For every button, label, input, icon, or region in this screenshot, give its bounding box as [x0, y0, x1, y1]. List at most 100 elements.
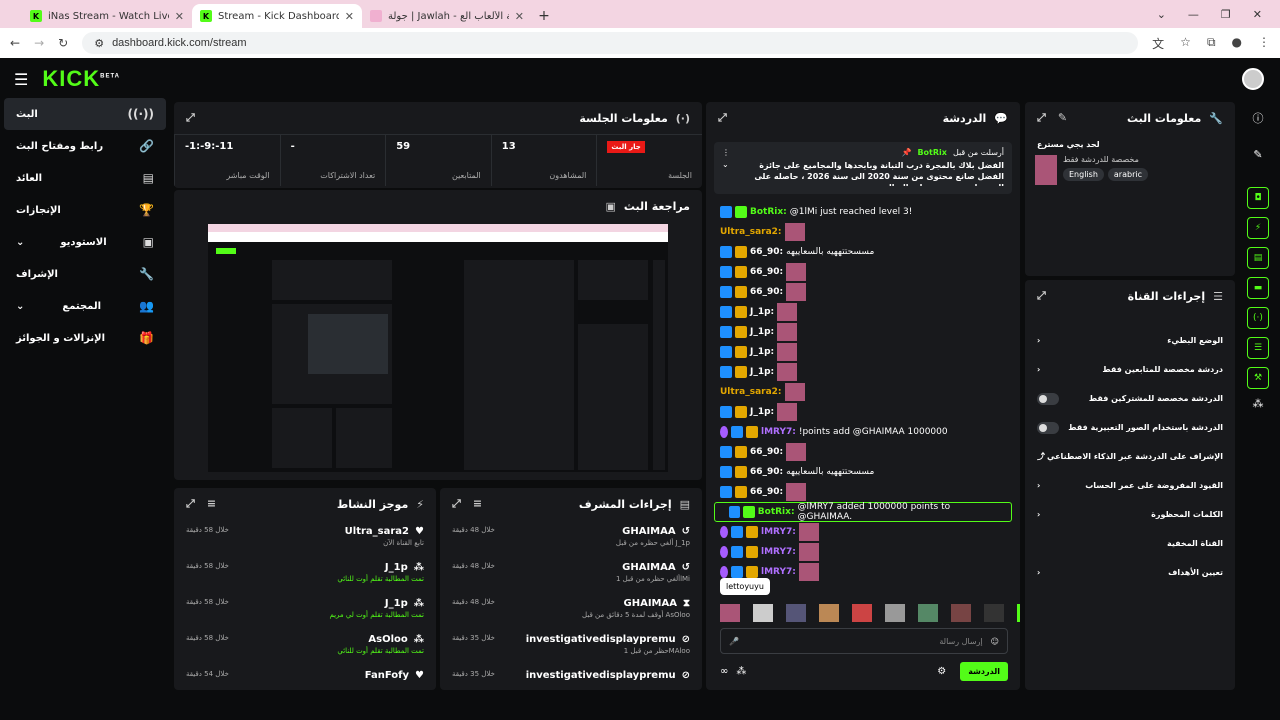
chat-username[interactable]: 66_90: [750, 487, 783, 497]
nav-item-studio[interactable]: ⌄ الاستوديو ▣ [4, 226, 166, 258]
emote[interactable] [786, 604, 806, 622]
document-icon[interactable]: ▤ [1247, 247, 1269, 269]
pinned-message[interactable]: ⋮ 📌 BotRix أرسلت من قبل ⌄ الفضل بلاك بالمجرة… [714, 142, 1012, 194]
url-field[interactable]: ⚙ dashboard.kick.com/stream [82, 32, 1139, 54]
chat-message[interactable]: BotRix: @lMRY7 added 1000000 points to @G… [714, 502, 1012, 522]
subscribers-only-toggle[interactable] [1037, 392, 1059, 405]
expand-icon[interactable]: ⤢ [718, 111, 727, 125]
stream-preview-video[interactable] [208, 224, 668, 472]
chat-message[interactable]: 66_90: [706, 442, 1020, 462]
chat-bubble-icon[interactable]: ▬ [1247, 277, 1269, 299]
emote[interactable] [984, 604, 1004, 622]
edit-icon[interactable]: ✎ [1058, 111, 1067, 125]
reload-icon[interactable]: ↻ [58, 36, 68, 50]
infinity-icon[interactable]: ∞ [720, 666, 728, 677]
chat-message[interactable]: J_1p: [706, 342, 1020, 362]
chat-message[interactable]: Ultra_sara2: [706, 222, 1020, 242]
wrench-icon[interactable]: ⚒ [1247, 367, 1269, 389]
action-followers-only[interactable]: › دردشة مخصصة للمتابعين فقط [1025, 355, 1235, 384]
broadcast-icon[interactable]: (·) [1247, 307, 1269, 329]
site-info-icon[interactable]: ⚙ [94, 37, 104, 50]
chat-username[interactable]: BotRix: [758, 507, 795, 517]
action-banned-words[interactable]: › الكلمات المحظورة [1025, 500, 1235, 529]
chat-username[interactable]: 66_90: [750, 287, 783, 297]
nav-item-revenue[interactable]: العائد ▤ [4, 162, 166, 194]
hamburger-menu-icon[interactable]: ☰ [14, 70, 28, 89]
close-icon[interactable]: ✕ [175, 10, 184, 23]
expand-icon[interactable]: ⤢ [186, 111, 195, 125]
avatar[interactable] [1242, 68, 1264, 90]
edit-icon[interactable]: ✎ [1240, 148, 1276, 161]
chat-username[interactable]: lMRY7: [761, 527, 796, 537]
filter-icon[interactable]: ≡ [207, 497, 216, 511]
expand-icon[interactable]: ⤢ [452, 497, 461, 511]
action-hidden-channel[interactable]: القناة المخفية [1025, 529, 1235, 558]
browser-tab[interactable]: K iNas Stream - Watch Live on Kick ✕ [22, 4, 192, 28]
bookmark-star-icon[interactable]: ☆ [1180, 35, 1191, 52]
profile-icon[interactable]: ● [1232, 35, 1242, 52]
emote[interactable] [918, 604, 938, 622]
microphone-icon[interactable]: 🎤 [729, 637, 739, 646]
points-icon[interactable]: ⁂ [736, 666, 746, 677]
translate-icon[interactable]: 文 [1152, 35, 1164, 52]
chat-message[interactable]: J_1p: [706, 362, 1020, 382]
chat-username[interactable]: lMRY7: [761, 547, 796, 557]
nav-item-achievements[interactable]: الإنجازات 🏆 [4, 194, 166, 226]
chat-username[interactable]: lMRY7: [761, 567, 796, 577]
chat-username[interactable]: J_1p: [750, 347, 774, 357]
nav-item-moderation[interactable]: الإشراف 🔧 [4, 258, 166, 290]
forward-icon[interactable]: → [34, 36, 44, 50]
close-icon[interactable]: ✕ [1253, 8, 1262, 21]
extensions-icon[interactable]: ⧉ [1207, 35, 1216, 52]
emote[interactable] [720, 604, 740, 622]
chat-message[interactable]: BotRix: @1lMi just reached level 3! [706, 202, 1020, 222]
chat-message[interactable]: 66_90: [706, 282, 1020, 302]
action-ai-moderation[interactable]: ⤴ الإشراف على الدردشة عبر الذكاء الاصطناع… [1025, 442, 1235, 471]
points-icon[interactable]: ⁂ [1240, 397, 1276, 410]
chevron-down-icon[interactable]: ⌄ [722, 160, 729, 186]
chat-message[interactable]: lMRY7: !points add @GHAIMAA 1000000 [706, 422, 1020, 442]
chat-username[interactable]: J_1p: [750, 367, 774, 377]
chat-message[interactable]: 66_90: [706, 482, 1020, 502]
nav-item-drops[interactable]: الإنزالات و الجوائز 🎁 [4, 322, 166, 354]
chat-username[interactable]: J_1p: [750, 327, 774, 337]
chat-message[interactable]: J_1p: [706, 402, 1020, 422]
action-set-goals[interactable]: › تعيين الأهداف [1025, 558, 1235, 587]
chat-username[interactable]: 66_90: [750, 467, 783, 477]
close-icon[interactable]: ✕ [345, 10, 354, 23]
chat-message[interactable]: J_1p: [706, 302, 1020, 322]
chat-message[interactable]: J_1p: [706, 322, 1020, 342]
emote[interactable] [885, 604, 905, 622]
chat-username[interactable]: Ultra_sara2: [720, 227, 782, 237]
chat-message[interactable]: lMRY7: [706, 542, 1020, 562]
nav-item-community[interactable]: ⌄ المجتمع 👥 [4, 290, 166, 322]
back-icon[interactable]: ← [10, 36, 20, 50]
screen-capture-icon[interactable]: ◘ [1247, 187, 1269, 209]
menu-icon[interactable]: ⋮ [1258, 35, 1270, 52]
emoji-icon[interactable]: ☺ [991, 637, 999, 646]
emote[interactable] [852, 604, 872, 622]
maximize-icon[interactable]: ❐ [1221, 8, 1231, 21]
emotes-only-toggle[interactable] [1037, 421, 1059, 434]
expand-icon[interactable]: ⤢ [1037, 111, 1046, 125]
chat-username[interactable]: BotRix: [750, 207, 787, 217]
emote[interactable] [1017, 604, 1020, 622]
chat-username[interactable]: Ultra_sara2: [720, 387, 782, 397]
nav-item-stream-key[interactable]: رابط ومفتاح البث 🔗 [4, 130, 166, 162]
chat-username[interactable]: J_1p: [750, 307, 774, 317]
chevron-down-icon[interactable]: ⌄ [1157, 8, 1166, 21]
expand-icon[interactable]: ⤢ [186, 497, 195, 511]
chat-username[interactable]: J_1p: [750, 407, 774, 417]
close-icon[interactable]: ✕ [515, 10, 524, 23]
chat-message[interactable]: Ultra_sara2: [706, 382, 1020, 402]
kick-logo[interactable]: KICKBETA [42, 66, 120, 92]
more-icon[interactable]: ⋮ [722, 148, 730, 157]
chat-input[interactable]: 🎤 إرسال رسالة ☺ [720, 628, 1008, 654]
chat-message[interactable]: 66_90: مسسحتتههيه بالسعاييهه [706, 242, 1020, 262]
chat-message[interactable]: 66_90: [706, 262, 1020, 282]
filter-icon[interactable]: ≡ [473, 497, 482, 511]
action-account-age[interactable]: › القيود المفروضة على عمر الحساب [1025, 471, 1235, 500]
chat-username[interactable]: 66_90: [750, 267, 783, 277]
emote[interactable] [951, 604, 971, 622]
list-icon[interactable]: ☰ [1247, 337, 1269, 359]
